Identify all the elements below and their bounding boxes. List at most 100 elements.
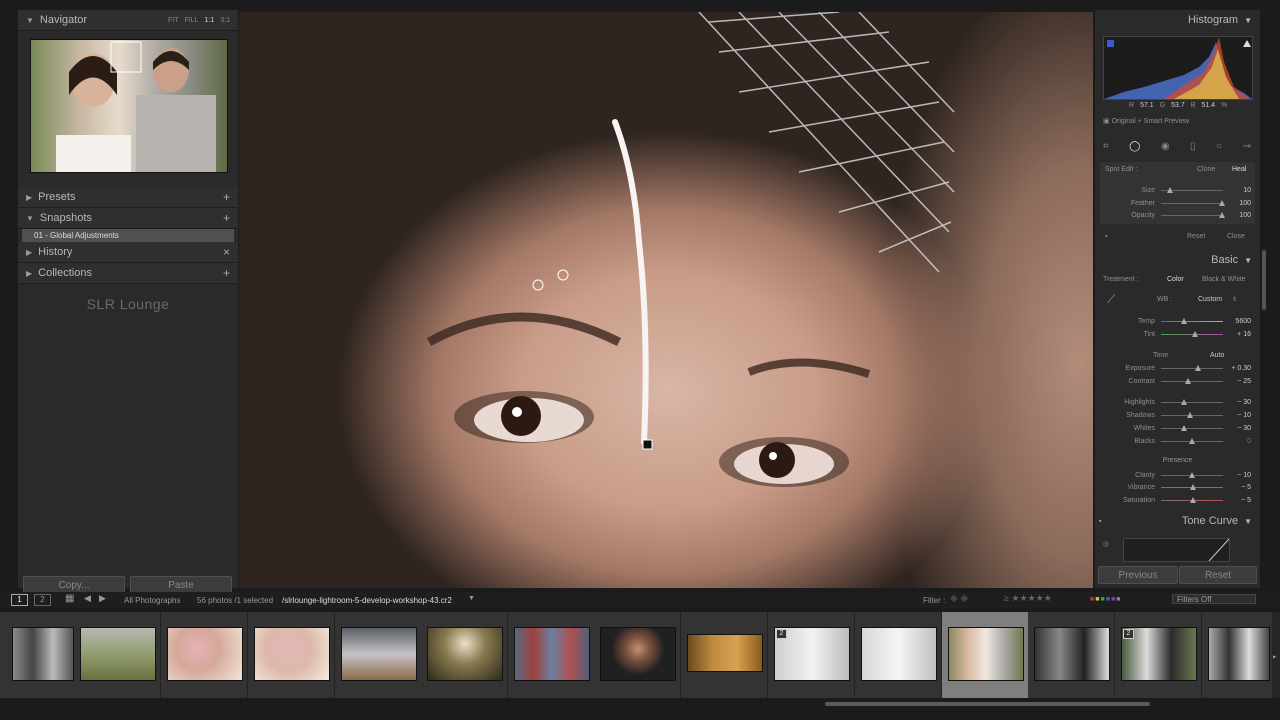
thumbnail[interactable] [1208,627,1270,681]
clear-history-icon[interactable]: × [223,245,230,259]
clarity-value[interactable]: − 10 [1223,472,1251,479]
contrast-slider[interactable]: Contrast − 25 [1095,375,1260,387]
flag-filter-icon[interactable]: ◆ ◆ [950,593,968,604]
opacity-slider[interactable]: Opacity 100 [1095,209,1260,221]
radial-filter-icon[interactable]: ○ [1216,141,1222,152]
filmstrip-cell[interactable] [248,612,335,698]
blacks-slider[interactable]: Blacks 0 [1095,435,1260,447]
source-label[interactable]: All Photographs [124,596,180,605]
filmstrip-cell[interactable] [855,612,942,698]
add-collection-icon[interactable]: + [223,266,230,280]
feather-value[interactable]: 100 [1223,200,1251,207]
filmstrip-cell[interactable] [161,612,248,698]
thumbnail[interactable] [1034,627,1110,681]
presets-header[interactable]: ▶ Presets + [18,187,238,208]
thumbnail[interactable] [514,627,590,681]
thumbnail[interactable] [427,627,503,681]
graduated-filter-icon[interactable]: ▯ [1190,141,1196,152]
tint-track[interactable] [1161,330,1223,337]
clarity-slider[interactable]: Clarity − 10 [1095,469,1260,481]
saturation-value[interactable]: − 5 [1223,497,1251,504]
exposure-slider[interactable]: Exposure + 0.30 [1095,362,1260,374]
targeted-adjust-icon[interactable]: ◎ [1103,540,1109,548]
shadows-knob[interactable] [1187,411,1193,418]
file-name[interactable]: /slrlounge-lightroom-5-develop-workshop-… [282,596,452,605]
zoom-3-1[interactable]: 3:1 [220,17,230,24]
size-value[interactable]: 10 [1223,187,1251,194]
contrast-track[interactable] [1161,377,1223,384]
adjustment-brush-icon[interactable]: ⊸ [1243,141,1251,152]
exposure-value[interactable]: + 0.30 [1223,365,1251,372]
filmstrip-cell-selected[interactable] [942,612,1029,698]
temp-knob[interactable] [1181,317,1187,324]
clarity-knob[interactable] [1189,471,1195,478]
filmstrip-cell[interactable]: 2 [768,612,855,698]
monitor-2-button[interactable]: 2 [34,594,51,606]
grid-view-icon[interactable]: ▦ [65,593,74,604]
overlay-toggle-icon[interactable]: ▪ [1105,233,1107,240]
feather-slider[interactable]: Feather 100 [1095,197,1260,209]
basic-header[interactable]: Basic ▼ [1095,250,1260,270]
heal-mode[interactable]: Heal [1232,166,1246,173]
contrast-value[interactable]: − 25 [1223,378,1251,385]
thumbnail[interactable] [254,627,330,681]
filmstrip-cell[interactable] [74,612,161,698]
thumbnail[interactable] [600,627,676,681]
thumbnail[interactable] [687,634,763,672]
contrast-knob[interactable] [1185,377,1191,384]
stack-badge[interactable]: 2 [1123,629,1134,639]
opacity-value[interactable]: 100 [1223,212,1251,219]
histogram-graph[interactable] [1103,36,1253,100]
thumbnail[interactable] [341,627,417,681]
history-header[interactable]: ▶ History × [18,242,238,263]
blacks-knob[interactable] [1189,437,1195,444]
thumbnail[interactable] [80,627,156,681]
back-arrow-icon[interactable]: ◀ [84,593,91,604]
wb-select[interactable]: Custom [1198,296,1222,303]
file-dropdown-icon[interactable]: ▼ [468,595,475,602]
temp-slider[interactable]: Temp 5600 [1095,315,1260,327]
feather-track[interactable] [1161,199,1225,206]
snapshots-header[interactable]: ▼ Snapshots + [18,208,238,229]
spot-close-button[interactable]: Close [1227,233,1245,240]
highlights-slider[interactable]: Highlights − 30 [1095,396,1260,408]
whites-value[interactable]: − 30 [1223,425,1251,432]
right-panel-scrollbar[interactable] [1262,250,1266,310]
zoom-fill[interactable]: FILL [185,17,199,24]
opacity-track[interactable] [1161,211,1225,218]
filmstrip-cell[interactable] [421,612,508,698]
filmstrip-cell[interactable] [594,612,681,698]
vibrance-track[interactable] [1161,483,1223,490]
exposure-track[interactable] [1161,364,1223,371]
saturation-slider[interactable]: Saturation − 5 [1095,494,1260,506]
blacks-track[interactable] [1161,437,1223,444]
add-preset-icon[interactable]: + [223,190,230,204]
rating-filter-icon[interactable]: ≥ ★★★★★ [1004,593,1052,604]
shadows-slider[interactable]: Shadows − 10 [1095,409,1260,421]
crop-tool-icon[interactable]: ⌗ [1103,141,1109,152]
tone-curve-header[interactable]: ▪ Tone Curve ▼ [1095,511,1260,531]
stack-badge[interactable]: 2 [776,629,787,639]
opacity-knob[interactable] [1219,211,1225,218]
eyedropper-icon[interactable]: ⟋ [1107,292,1115,307]
tone-auto-button[interactable]: Auto [1210,352,1224,359]
navigator-preview[interactable] [30,39,228,173]
color-label-filter[interactable]: ■■■■■■ [1090,596,1121,603]
panel-toggle-icon[interactable]: ▪ [1099,518,1101,525]
previous-button[interactable]: Previous [1098,566,1178,584]
treatment-color[interactable]: Color [1167,276,1184,283]
zoom-fit[interactable]: FIT [168,17,179,24]
tone-curve-graph[interactable] [1123,538,1230,562]
saturation-track[interactable] [1161,496,1223,503]
temp-track[interactable] [1161,317,1223,324]
filmstrip-cell[interactable]: 2 [1115,612,1202,698]
shadows-track[interactable] [1161,411,1223,418]
temp-value[interactable]: 5600 [1223,318,1251,325]
feather-knob[interactable] [1219,199,1225,206]
highlights-track[interactable] [1161,398,1223,405]
spot-reset-button[interactable]: Reset [1187,233,1205,240]
main-photo-canvas[interactable] [239,12,1093,588]
collections-header[interactable]: ▶ Collections + [18,263,238,284]
filters-off-select[interactable]: Filters Off [1172,594,1256,604]
thumbnail-selected[interactable] [948,627,1024,681]
